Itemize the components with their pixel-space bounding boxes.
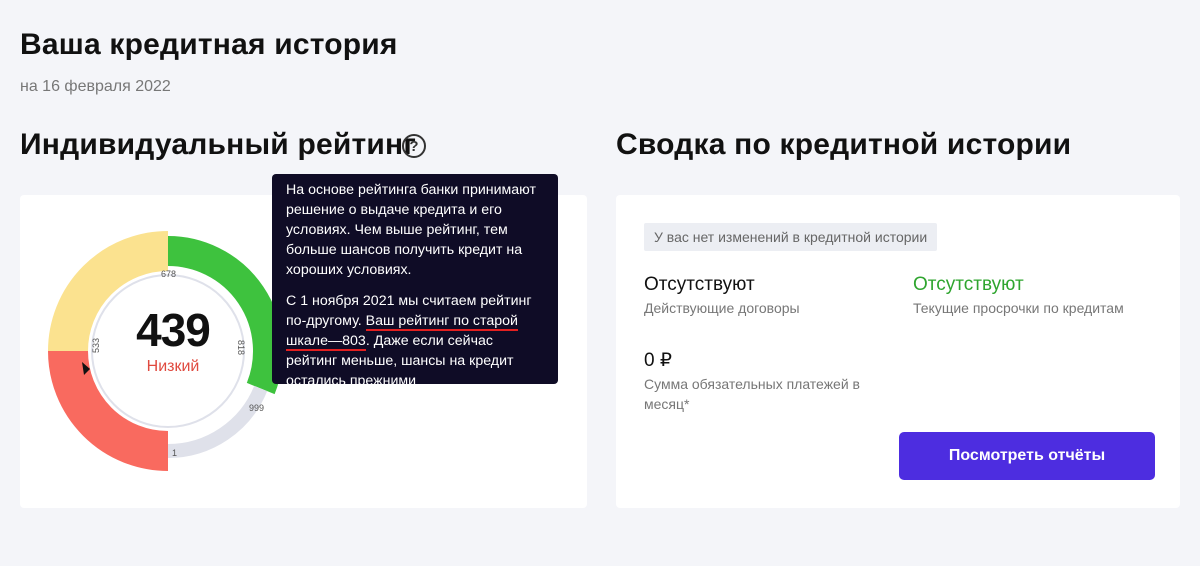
rating-title: Индивидуальный рейтинг <box>20 128 417 161</box>
tooltip-paragraph-2: С 1 ноября 2021 мы считаем рейтинг по-др… <box>286 291 546 391</box>
no-changes-badge: У вас нет изменений в кредитной истории <box>644 223 938 251</box>
report-date: на 16 февраля 2022 <box>20 78 171 95</box>
rating-score: 439 <box>136 304 211 356</box>
rating-tooltip: На основе рейтинга банки принимают решен… <box>272 174 558 389</box>
scale-label-818: 818 <box>236 340 246 355</box>
summary-title: Сводка по кредитной истории <box>616 128 1072 161</box>
scale-label-1: 1 <box>172 448 177 458</box>
question-circle-icon[interactable]: ? <box>402 134 426 158</box>
rating-gauge: 678 533 818 999 1 439 Низкий <box>20 195 310 508</box>
payments-value: 0 ₽ <box>644 350 672 371</box>
page-title: Ваша кредитная история <box>20 28 398 61</box>
view-reports-button[interactable]: Посмотреть отчёты <box>899 432 1155 480</box>
rating-level: Низкий <box>146 358 200 375</box>
overdue-value: Отсутствуют <box>913 274 1024 295</box>
payments-label: Сумма обязательных платежей в месяц* <box>644 376 860 412</box>
tooltip-paragraph-1: На основе рейтинга банки принимают решен… <box>286 182 536 278</box>
scale-label-999: 999 <box>249 403 264 413</box>
overdue-label: Текущие просрочки по кредитам <box>913 300 1124 316</box>
contracts-value: Отсутствуют <box>644 274 755 295</box>
scale-label-678: 678 <box>161 269 176 279</box>
scale-label-533: 533 <box>91 338 101 353</box>
contracts-label: Действующие договоры <box>644 300 800 316</box>
